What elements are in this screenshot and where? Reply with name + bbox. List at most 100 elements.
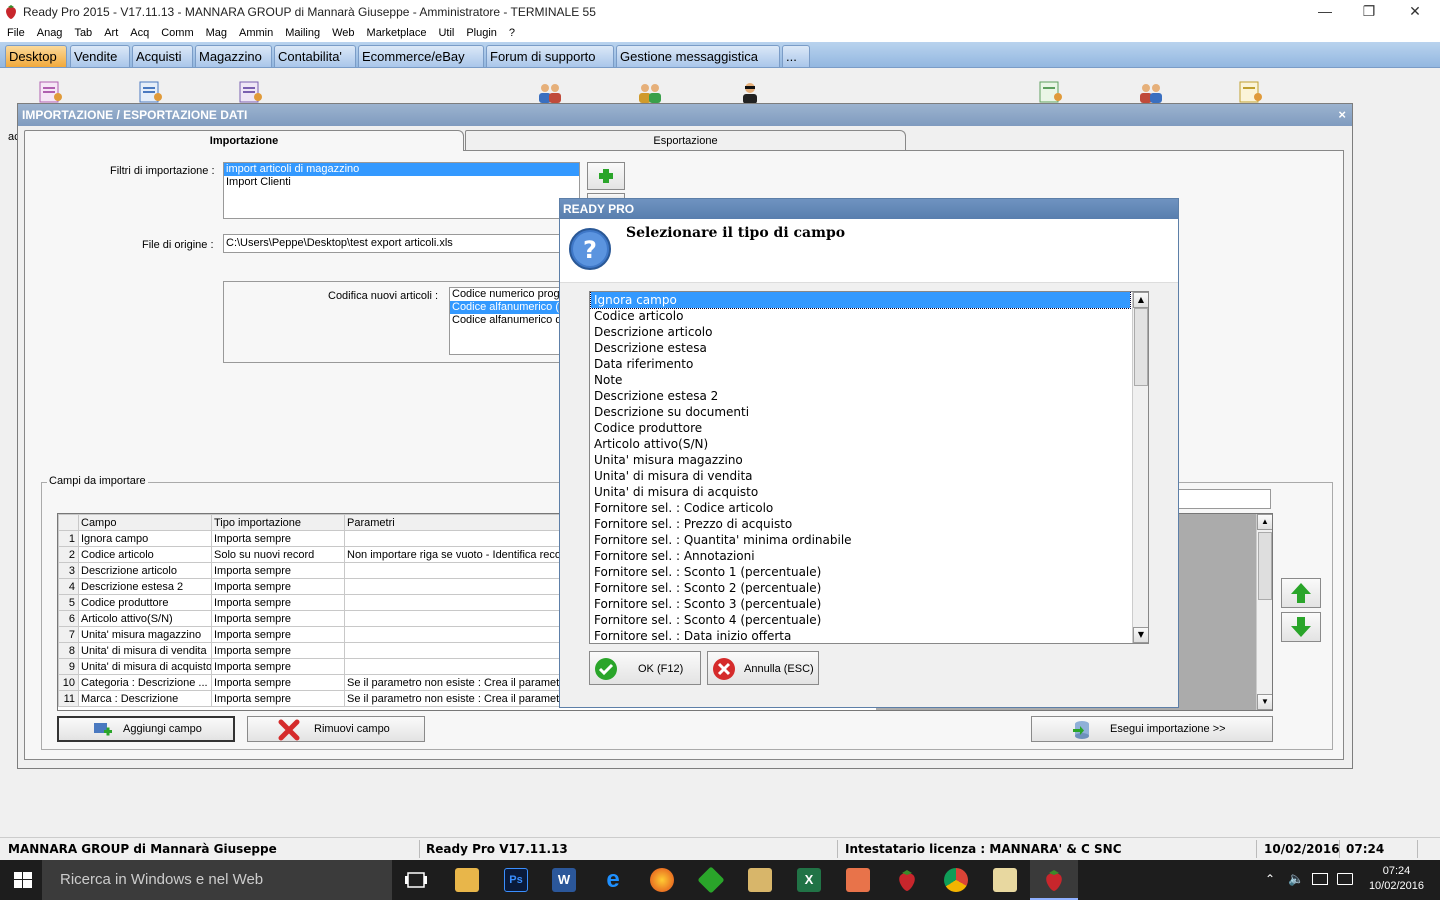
menu-help[interactable]: ? <box>503 24 521 42</box>
add-field-button[interactable]: Aggiungi campo <box>57 716 235 742</box>
table-row[interactable]: 3 Descrizione articolo Importa sempre <box>58 562 579 579</box>
document-people-icon[interactable] <box>38 80 66 104</box>
cell-parametri[interactable] <box>344 530 579 547</box>
table-row[interactable]: 10 Categoria : Descrizione ... Importa sem… <box>58 674 579 691</box>
scroll-thumb[interactable] <box>1134 308 1148 386</box>
tab-esportazione[interactable]: Esportazione <box>465 130 906 150</box>
menu-marketplace[interactable]: Marketplace <box>361 24 433 42</box>
menu-tab[interactable]: Tab <box>68 24 98 42</box>
firefox-icon[interactable] <box>650 868 674 892</box>
table-row[interactable]: 7 Unita' misura magazzino Importa sempre <box>58 626 579 643</box>
menu-acq[interactable]: Acq <box>124 24 155 42</box>
cell-parametri[interactable] <box>344 626 579 643</box>
users-icon[interactable] <box>536 80 564 104</box>
tab-more[interactable]: ... <box>782 45 810 67</box>
add-filter-button[interactable] <box>587 162 625 190</box>
tray-chevron-icon[interactable]: ⌃ <box>1265 872 1275 886</box>
field-type-option[interactable]: Ignora campo <box>590 292 1131 309</box>
network-icon[interactable] <box>1312 873 1328 885</box>
cell-tipo[interactable]: Importa sempre <box>211 690 345 707</box>
excel-icon[interactable]: X <box>797 868 821 892</box>
field-type-option[interactable]: Fornitore sel. : Sconto 2 (percentuale) <box>591 580 1130 596</box>
task-view-icon[interactable] <box>405 872 427 888</box>
field-type-option[interactable]: Fornitore sel. : Annotazioni <box>591 548 1130 564</box>
scroll-down-icon[interactable]: ▼ <box>1257 694 1272 710</box>
word-icon[interactable]: W <box>552 868 576 892</box>
menu-comm[interactable]: Comm <box>155 24 199 42</box>
grid-header-parametri[interactable]: Parametri <box>344 514 579 531</box>
table-row[interactable]: 2 Codice articolo Solo su nuovi record Non … <box>58 546 579 563</box>
cell-tipo[interactable]: Importa sempre <box>211 610 345 627</box>
taskbar-active-app[interactable] <box>1030 860 1078 900</box>
cell-campo[interactable]: Categoria : Descrizione ... <box>78 674 212 691</box>
document-people-icon[interactable] <box>1038 80 1066 104</box>
remove-field-button[interactable]: Rimuovi campo <box>247 716 425 742</box>
file-explorer-icon[interactable] <box>455 868 479 892</box>
cell-tipo[interactable]: Importa sempre <box>211 530 345 547</box>
edge-icon[interactable]: e <box>601 868 625 892</box>
cell-parametri[interactable] <box>344 562 579 579</box>
field-type-option[interactable]: Fornitore sel. : Sconto 1 (percentuale) <box>591 564 1130 580</box>
photoshop-icon[interactable]: Ps <box>504 868 528 892</box>
agent-icon[interactable] <box>736 80 764 104</box>
table-row[interactable]: 9 Unita' di misura di acquisto Importa sem… <box>58 658 579 675</box>
folder-tools-icon[interactable] <box>748 868 772 892</box>
minimize-button[interactable]: — <box>1302 0 1348 24</box>
tab-acquisti[interactable]: Acquisti <box>132 45 193 67</box>
list-scrollbar[interactable]: ▲ ▼ <box>1132 292 1148 643</box>
ok-button[interactable]: OK (F12) <box>589 651 701 685</box>
field-type-option[interactable]: Fornitore sel. : Quantita' minima ordina… <box>591 532 1130 548</box>
field-type-listbox[interactable]: Ignora campo Codice articolo Descrizione a… <box>589 291 1149 644</box>
cell-campo[interactable]: Codice produttore <box>78 594 212 611</box>
cell-parametri[interactable] <box>344 658 579 675</box>
cell-parametri[interactable]: Non importare riga se vuoto - Identifica… <box>344 546 579 563</box>
cell-tipo[interactable]: Importa sempre <box>211 658 345 675</box>
field-type-option[interactable]: Descrizione articolo <box>591 324 1130 340</box>
cell-campo[interactable]: Articolo attivo(S/N) <box>78 610 212 627</box>
scroll-up-icon[interactable]: ▲ <box>1133 292 1148 308</box>
menu-mailing[interactable]: Mailing <box>279 24 326 42</box>
field-type-option[interactable]: Unita' misura magazzino <box>591 452 1130 468</box>
field-type-option[interactable]: Codice produttore <box>591 420 1130 436</box>
cell-campo[interactable]: Unita' di misura di acquisto <box>78 658 212 675</box>
grid-scrollbar[interactable]: ▲ ▼ <box>1256 514 1272 710</box>
cell-campo[interactable]: Unita' misura magazzino <box>78 626 212 643</box>
menu-web[interactable]: Web <box>326 24 360 42</box>
strawberry-icon[interactable] <box>895 868 919 892</box>
menu-file[interactable]: File <box>0 24 31 42</box>
cell-campo[interactable]: Marca : Descrizione <box>78 690 212 707</box>
menu-ammin[interactable]: Ammin <box>233 24 279 42</box>
scroll-up-icon[interactable]: ▲ <box>1257 514 1272 530</box>
tab-importazione[interactable]: Importazione <box>24 130 464 151</box>
field-type-option[interactable]: Descrizione estesa 2 <box>591 388 1130 404</box>
cell-parametri[interactable] <box>344 642 579 659</box>
tab-contabilita[interactable]: Contabilita' <box>274 45 356 67</box>
document-people-icon[interactable] <box>1238 80 1266 104</box>
tab-desktop[interactable]: Desktop <box>5 45 67 67</box>
cell-campo[interactable]: Descrizione articolo <box>78 562 212 579</box>
field-type-option[interactable]: Data riferimento <box>591 356 1130 372</box>
filter-item[interactable]: import articoli di magazzino <box>224 163 579 176</box>
field-type-option[interactable]: Codice articolo <box>591 308 1130 324</box>
close-button[interactable]: ✕ <box>1392 0 1438 24</box>
field-type-option[interactable]: Unita' di misura di acquisto <box>591 484 1130 500</box>
menu-art[interactable]: Art <box>98 24 124 42</box>
cell-tipo[interactable]: Importa sempre <box>211 626 345 643</box>
table-row[interactable]: 8 Unita' di misura di vendita Importa semp… <box>58 642 579 659</box>
cell-parametri[interactable]: Se il parametro non esiste : Crea il par… <box>344 674 579 691</box>
chrome-icon[interactable] <box>944 868 968 892</box>
field-type-option[interactable]: Articolo attivo(S/N) <box>591 436 1130 452</box>
grid-search-input[interactable] <box>1177 489 1271 509</box>
menu-plugin[interactable]: Plugin <box>460 24 503 42</box>
menu-mag[interactable]: Mag <box>200 24 233 42</box>
maximize-button[interactable]: ❐ <box>1346 0 1392 24</box>
windows-start-icon[interactable] <box>14 872 32 888</box>
encoding-option[interactable]: Codice numerico progr <box>450 288 562 301</box>
encoding-option[interactable]: Codice alfanumerico de <box>450 314 562 327</box>
cell-tipo[interactable]: Importa sempre <box>211 578 345 595</box>
scroll-thumb[interactable] <box>1258 532 1272 600</box>
field-type-option[interactable]: Fornitore sel. : Prezzo di acquisto <box>591 516 1130 532</box>
field-type-option[interactable]: Fornitore sel. : Data inizio offerta <box>591 628 1130 643</box>
move-down-button[interactable] <box>1281 612 1321 642</box>
field-type-option[interactable]: Note <box>591 372 1130 388</box>
